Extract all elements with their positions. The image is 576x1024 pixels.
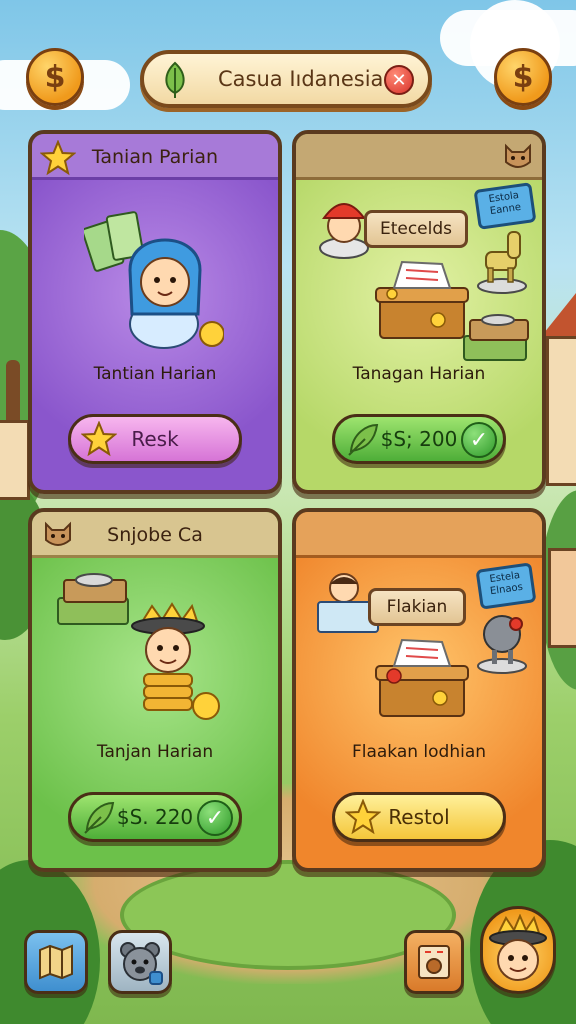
right-coin-button[interactable]: $ <box>494 48 552 106</box>
girl-character-icon <box>84 211 224 349</box>
card-header <box>296 512 542 558</box>
bear-pet-icon <box>120 942 163 985</box>
price-200-button[interactable]: $S; 200 ✓ <box>332 414 506 464</box>
shop-button[interactable] <box>404 930 464 994</box>
card-title: Snjobe Ca <box>107 524 203 546</box>
price-220-button[interactable]: $S. 220 ✓ <box>68 792 242 842</box>
card-snjobe-ca[interactable]: Snjobe Ca Tanjan Harian $S. 220 ✓ <box>28 508 282 872</box>
map-icon <box>39 944 73 980</box>
avatar-icon <box>489 914 547 981</box>
button-label: Resk <box>131 427 179 451</box>
treasure-box-icon <box>375 638 469 717</box>
button-label: Restol <box>388 805 450 829</box>
llama-figure-icon <box>477 231 527 294</box>
card-flakian[interactable]: Flakian Estela Elnaos Flaakan lodhian Re… <box>292 508 546 872</box>
dollar-coin-icon: $ <box>512 59 534 95</box>
animal-head-icon <box>505 143 531 168</box>
board-label: Estola Eanne <box>487 190 522 218</box>
restol-button[interactable]: Restol <box>332 792 506 842</box>
card-etecelds[interactable]: Etecelds Estola Eanne Tanagan Harian $S;… <box>292 130 546 494</box>
card-tanian-parian[interactable]: Tanian Parian Tantian Harian Resk <box>28 130 282 494</box>
sign-label: Flakian <box>386 597 448 617</box>
card-title: Tanian Parian <box>91 146 219 168</box>
pet-button[interactable] <box>108 930 172 994</box>
estola-board: Estola Eanne <box>473 182 537 230</box>
flakian-sign: Flakian <box>368 588 466 626</box>
card-caption: Tanjan Harian <box>96 742 214 762</box>
star-icon <box>345 799 381 835</box>
button-label: $S; 200 <box>380 427 458 451</box>
close-icon[interactable]: ✕ <box>384 65 414 95</box>
left-coin-button[interactable]: $ <box>26 48 84 106</box>
board-label: Estela Elnaos <box>488 570 524 598</box>
resk-button[interactable]: Resk <box>68 414 242 464</box>
robot-figure-icon <box>477 615 527 674</box>
map-button[interactable] <box>24 930 88 994</box>
card-caption: Tantian Harian <box>93 364 217 384</box>
leaf-icon <box>84 801 115 834</box>
page-title: Casua Iıdanesia <box>218 67 384 91</box>
card-caption: Flaakan lodhian <box>351 742 487 762</box>
dollar-coin-icon: $ <box>44 59 66 95</box>
king-coins-character-icon <box>131 602 220 720</box>
check-icon: ✓ <box>197 800 233 836</box>
leaf-icon <box>165 61 185 98</box>
treasure-box-icon <box>375 260 469 339</box>
check-icon: ✓ <box>461 422 497 458</box>
sign-label: Etecelds <box>379 219 453 239</box>
etecelds-sign: Etecelds <box>364 210 468 248</box>
star-icon <box>81 421 117 457</box>
button-label: $S. 220 <box>116 805 194 829</box>
card-caption: Tanagan Harian <box>352 364 486 384</box>
leaf-icon <box>348 423 379 456</box>
cash-stack-icon <box>463 314 529 361</box>
avatar-button[interactable] <box>480 906 556 994</box>
title-banner: Casua Iıdanesia ✕ <box>140 50 432 108</box>
shop-icon <box>418 945 450 979</box>
